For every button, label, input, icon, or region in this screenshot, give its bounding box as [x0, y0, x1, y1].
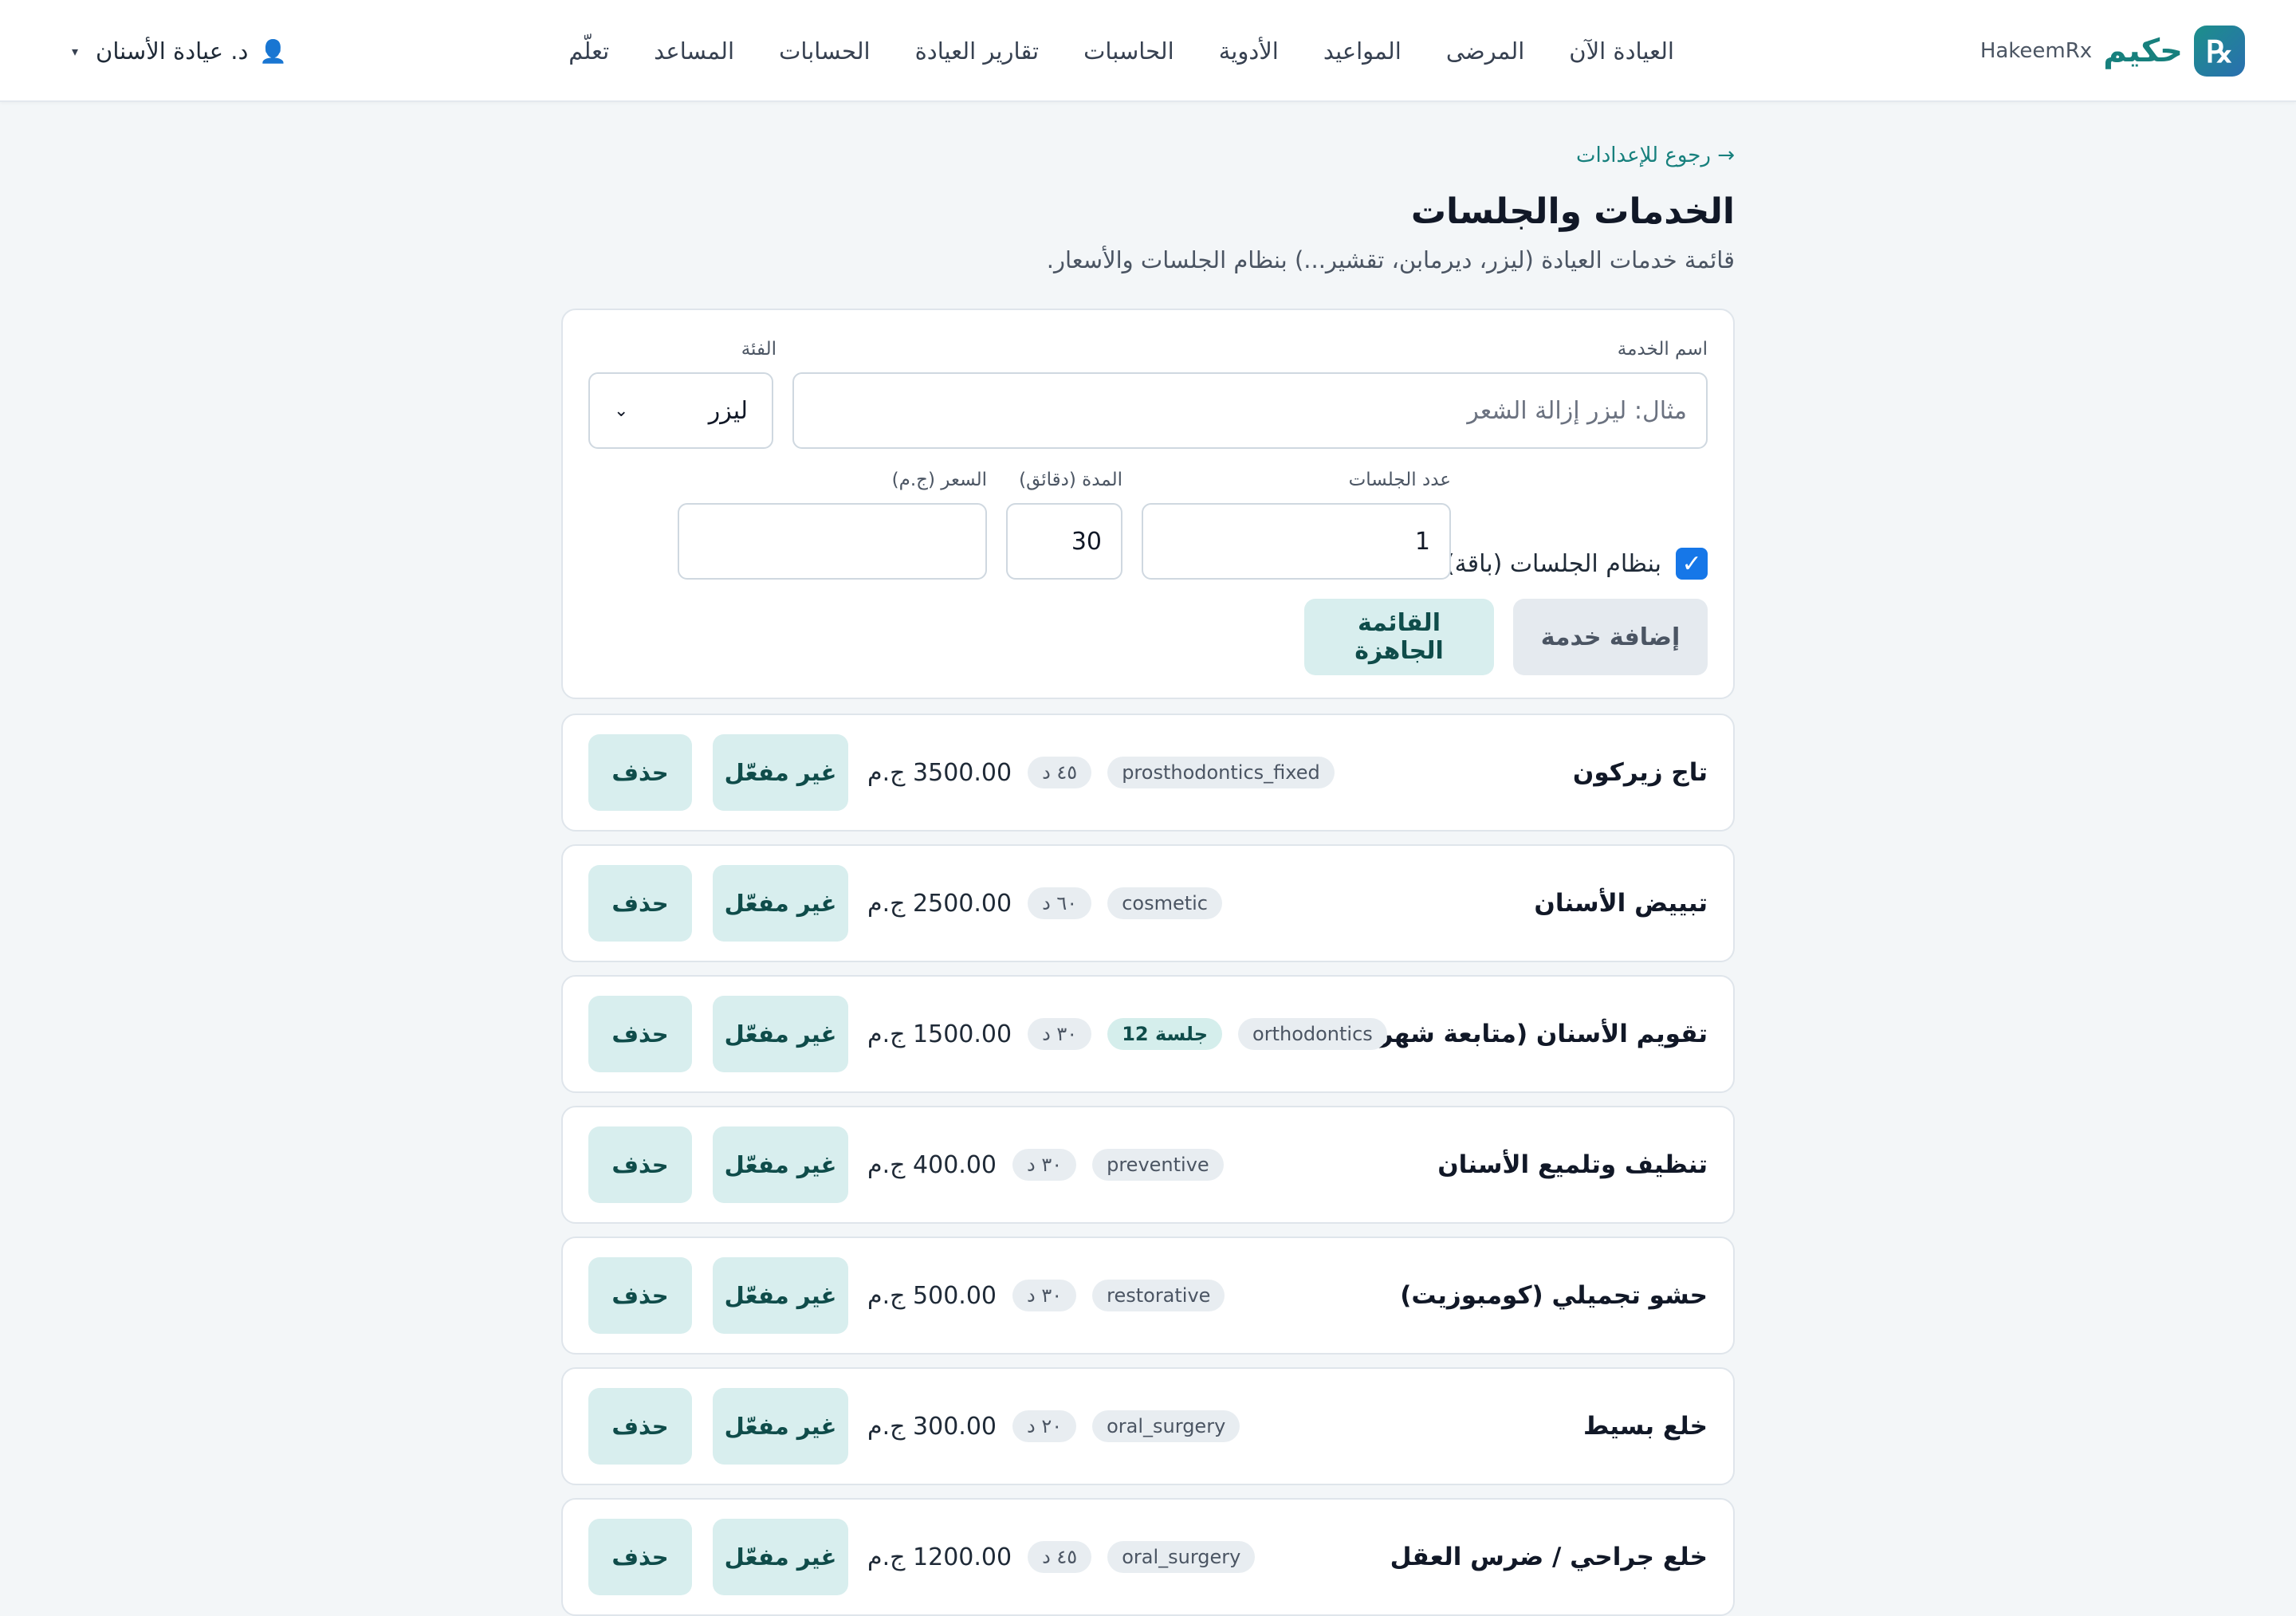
service-price: 400.00 ج.م: [867, 1150, 997, 1179]
duration-chip: ٣٠ د: [1012, 1149, 1077, 1181]
user-menu[interactable]: 👤 د. عيادة الأسنان ▾: [72, 0, 287, 102]
page-title: الخدمات والجلسات: [1410, 191, 1735, 232]
chevron-down-icon: ⌄: [614, 400, 629, 421]
service-row: تنظيف وتلميع الأسنان 400.00 ج.م ٣٠ د pre…: [561, 1106, 1735, 1224]
back-to-settings-link[interactable]: → رجوع للإعدادات: [1576, 144, 1735, 167]
main-nav: العيادة الآن المرضى المواعيد الأدوية الح…: [568, 0, 1674, 102]
service-row: تقويم الأسنان (متابعة شهرية) 1500.00 ج.م…: [561, 975, 1735, 1093]
nav-item-assistant[interactable]: المساعد: [654, 37, 734, 65]
toggle-active-button[interactable]: غير مفعّل: [713, 865, 848, 942]
duration-chip: ٣٠ د: [1028, 1018, 1092, 1050]
duration-chip: ٦٠ د: [1028, 887, 1092, 919]
service-price: 1500.00 ج.م: [867, 1020, 1012, 1048]
category-chip: cosmetic: [1107, 887, 1222, 919]
nav-item-appointments[interactable]: المواعيد: [1323, 37, 1402, 65]
delete-button[interactable]: حذف: [588, 865, 692, 942]
sessions-input[interactable]: [1142, 503, 1451, 580]
page-subtitle: قائمة خدمات العيادة (ليزر، ديرمابن، تقشي…: [1046, 246, 1735, 273]
category-chip: oral_surgery: [1107, 1541, 1256, 1573]
add-service-form: اسم الخدمة الفئة ليزر ⌄ ✓ بنظام الجلسات …: [561, 309, 1735, 699]
service-meta: 400.00 ج.م ٣٠ د preventive: [867, 1107, 1224, 1222]
duration-chip: ٢٠ د: [1012, 1410, 1077, 1442]
services-list: تاج زيركون 3500.00 ج.م ٤٥ د prosthodonti…: [561, 714, 1735, 1616]
category-value: ليزر: [708, 396, 748, 425]
toggle-active-button[interactable]: غير مفعّل: [713, 1519, 848, 1595]
service-name-label: اسم الخدمة: [1617, 339, 1708, 360]
user-name: د. عيادة الأسنان: [96, 37, 249, 65]
package-checkbox-label: بنظام الجلسات (باقة): [1445, 549, 1661, 578]
service-meta: 3500.00 ج.م ٤٥ د prosthodontics_fixed: [867, 715, 1335, 830]
duration-chip: ٣٠ د: [1012, 1280, 1077, 1311]
toggle-active-button[interactable]: غير مفعّل: [713, 1388, 848, 1465]
delete-button[interactable]: حذف: [588, 996, 692, 1072]
nav-item-learn[interactable]: تعلّم: [568, 37, 609, 65]
nav-item-calculators[interactable]: الحاسبات: [1083, 37, 1174, 65]
toggle-active-button[interactable]: غير مفعّل: [713, 734, 848, 811]
duration-input[interactable]: [1006, 503, 1122, 580]
price-input[interactable]: [678, 503, 987, 580]
service-meta: 1200.00 ج.م ٤٥ د oral_surgery: [867, 1500, 1256, 1614]
service-row: تاج زيركون 3500.00 ج.م ٤٥ د prosthodonti…: [561, 714, 1735, 832]
brand[interactable]: ℞ حكيم HakeemRx: [1980, 24, 2245, 78]
service-meta: 500.00 ج.م ٣٠ د restorative: [867, 1238, 1225, 1353]
delete-button[interactable]: حذف: [588, 1126, 692, 1203]
service-row: خلع بسيط 300.00 ج.م ٢٠ د oral_surgery غي…: [561, 1367, 1735, 1485]
duration-chip: ٤٥ د: [1028, 1541, 1092, 1573]
service-price: 2500.00 ج.م: [867, 889, 1012, 918]
category-label: الفئة: [741, 339, 776, 360]
service-price: 1200.00 ج.م: [867, 1543, 1012, 1571]
service-name: خلع بسيط: [1583, 1412, 1708, 1441]
service-meta: 300.00 ج.م ٢٠ د oral_surgery: [867, 1369, 1240, 1484]
service-name: حشو تجميلي (كومبوزيت): [1400, 1281, 1708, 1310]
nav-item-clinic-now[interactable]: العيادة الآن: [1569, 37, 1674, 65]
delete-button[interactable]: حذف: [588, 1519, 692, 1595]
category-chip: orthodontics: [1238, 1018, 1387, 1050]
sessions-label: عدد الجلسات: [1348, 470, 1451, 490]
duration-chip: ٤٥ د: [1028, 757, 1092, 788]
ready-list-button[interactable]: القائمة الجاهزة: [1304, 599, 1494, 675]
toggle-active-button[interactable]: غير مفعّل: [713, 1257, 848, 1334]
service-price: 300.00 ج.م: [867, 1412, 997, 1441]
brand-name-ar: حكيم: [2103, 33, 2183, 69]
main-content: → رجوع للإعدادات الخدمات والجلسات قائمة …: [561, 144, 1735, 1616]
category-chip: oral_surgery: [1092, 1410, 1240, 1442]
nav-item-patients[interactable]: المرضى: [1446, 37, 1524, 65]
sessions-chip: 12 جلسة: [1107, 1018, 1223, 1050]
service-meta: 2500.00 ج.م ٦٠ د cosmetic: [867, 846, 1222, 961]
nav-item-accounts[interactable]: الحسابات: [779, 37, 871, 65]
package-checkbox-row[interactable]: ✓ بنظام الجلسات (باقة): [1445, 541, 1708, 586]
service-name-input[interactable]: [792, 372, 1708, 449]
service-meta: 1500.00 ج.م ٣٠ د 12 جلسة orthodontics: [867, 977, 1387, 1091]
user-icon: 👤: [259, 37, 288, 65]
service-row: خلع جراحي / ضرس العقل 1200.00 ج.م ٤٥ د o…: [561, 1498, 1735, 1616]
category-select[interactable]: ليزر ⌄: [588, 372, 773, 449]
duration-label: المدة (دقائق): [1019, 470, 1122, 490]
service-price: 3500.00 ج.م: [867, 758, 1012, 787]
service-name: تبييض الأسنان: [1534, 889, 1708, 918]
chevron-down-icon: ▾: [72, 43, 79, 59]
package-checkbox[interactable]: ✓: [1676, 548, 1708, 580]
category-chip: restorative: [1092, 1280, 1225, 1311]
rx-logo-icon: ℞: [2194, 26, 2245, 77]
nav-item-clinic-reports[interactable]: تقارير العيادة: [915, 37, 1039, 65]
service-row: تبييض الأسنان 2500.00 ج.م ٦٠ د cosmetic …: [561, 844, 1735, 962]
service-name: تاج زيركون: [1572, 758, 1708, 787]
delete-button[interactable]: حذف: [588, 1388, 692, 1465]
service-name: تنظيف وتلميع الأسنان: [1437, 1150, 1708, 1179]
top-navbar: ℞ حكيم HakeemRx العيادة الآن المرضى المو…: [0, 0, 2296, 102]
toggle-active-button[interactable]: غير مفعّل: [713, 996, 848, 1072]
toggle-active-button[interactable]: غير مفعّل: [713, 1126, 848, 1203]
nav-item-medications[interactable]: الأدوية: [1219, 37, 1279, 65]
delete-button[interactable]: حذف: [588, 734, 692, 811]
delete-button[interactable]: حذف: [588, 1257, 692, 1334]
service-name: تقويم الأسنان (متابعة شهرية): [1343, 1020, 1708, 1048]
service-price: 500.00 ج.م: [867, 1281, 997, 1310]
service-name: خلع جراحي / ضرس العقل: [1390, 1543, 1708, 1571]
add-service-button[interactable]: إضافة خدمة: [1513, 599, 1708, 675]
category-chip: preventive: [1092, 1149, 1224, 1181]
service-row: حشو تجميلي (كومبوزيت) 500.00 ج.م ٣٠ د re…: [561, 1237, 1735, 1355]
category-chip: prosthodontics_fixed: [1107, 757, 1335, 788]
brand-name-en: HakeemRx: [1980, 39, 2093, 63]
price-label: السعر (ج.م): [891, 470, 987, 490]
